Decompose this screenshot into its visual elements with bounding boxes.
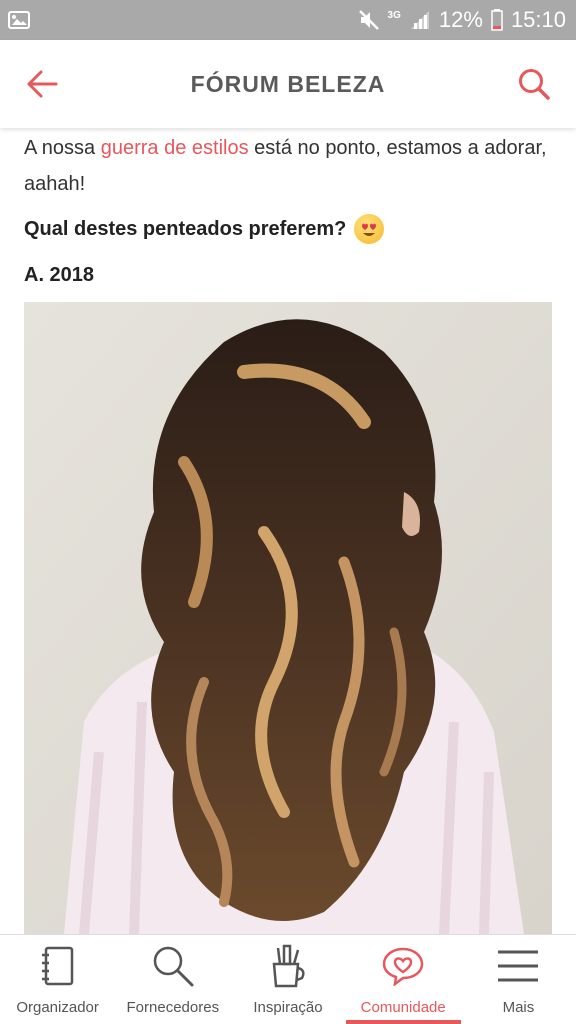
search-button[interactable] bbox=[512, 62, 556, 106]
status-right: 3G 12% 15:10 bbox=[358, 7, 566, 33]
post-question: Qual destes penteados preferem? bbox=[24, 214, 552, 244]
nav-organizador[interactable]: Organizador bbox=[0, 935, 115, 1024]
intro-text-start: A nossa bbox=[24, 137, 101, 159]
nav-comunidade[interactable]: Comunidade bbox=[345, 935, 462, 1024]
clock: 15:10 bbox=[510, 7, 566, 32]
status-left bbox=[8, 11, 30, 29]
nav-label-organizador: Organizador bbox=[16, 999, 99, 1016]
app-header: FÓRUM BELEZA bbox=[0, 40, 576, 128]
nav-label-fornecedores: Fornecedores bbox=[126, 999, 220, 1016]
question-text: Qual destes penteados preferem? bbox=[24, 217, 347, 240]
post-content: A nossa guerra de estilos está no ponto,… bbox=[0, 128, 576, 934]
post-intro: A nossa guerra de estilos está no ponto,… bbox=[24, 130, 552, 202]
notebook-icon bbox=[35, 943, 81, 989]
option-label: A. 2018 bbox=[24, 264, 95, 286]
arrow-left-icon bbox=[27, 70, 58, 98]
back-button[interactable] bbox=[20, 62, 64, 106]
nav-label-mais: Mais bbox=[502, 999, 535, 1016]
status-bar: 3G 12% 15:10 bbox=[0, 0, 576, 40]
hairstyle-photo[interactable] bbox=[24, 302, 552, 934]
battery-icon bbox=[491, 9, 503, 31]
battery-percent: 12% bbox=[438, 7, 483, 32]
mute-icon bbox=[358, 10, 379, 30]
style-war-link[interactable]: guerra de estilos bbox=[101, 137, 249, 159]
nav-fornecedores[interactable]: Fornecedores bbox=[115, 935, 230, 1024]
search-icon bbox=[519, 69, 550, 100]
bottom-navigation: Organizador Fornecedores Inspiração Comu… bbox=[0, 934, 576, 1024]
signal-icon bbox=[410, 11, 429, 29]
page-title: FÓRUM BELEZA bbox=[190, 70, 386, 97]
heart-eyes-emoji-icon bbox=[354, 214, 385, 244]
gallery-notification-icon bbox=[8, 11, 30, 29]
nav-label-comunidade: Comunidade bbox=[360, 999, 446, 1016]
search-icon bbox=[150, 943, 196, 989]
pencil-cup-icon bbox=[265, 943, 311, 989]
heart-bubble-icon bbox=[380, 943, 426, 989]
network-type: 3G bbox=[387, 10, 401, 21]
nav-label-inspiracao: Inspiração bbox=[253, 999, 323, 1016]
nav-inspiracao[interactable]: Inspiração bbox=[230, 935, 345, 1024]
nav-mais[interactable]: Mais bbox=[461, 935, 576, 1024]
menu-icon bbox=[495, 943, 541, 989]
